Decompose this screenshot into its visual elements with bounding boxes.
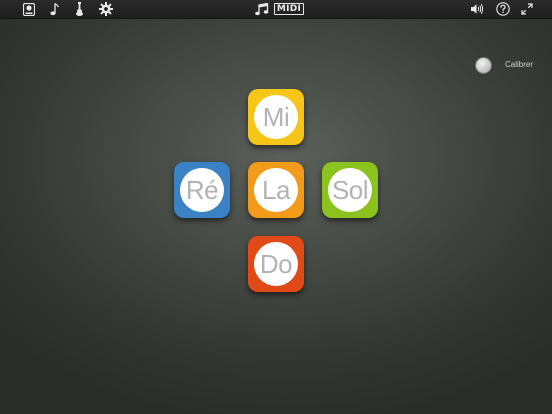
note-button-re[interactable]: Ré: [174, 162, 230, 218]
top-toolbar: MIDI: [0, 0, 552, 19]
note-label-do: Do: [254, 242, 298, 286]
help-icon[interactable]: [495, 1, 511, 17]
guitar-icon[interactable]: [73, 1, 85, 17]
note-label-re: Ré: [180, 168, 224, 212]
tuner-icon[interactable]: [22, 1, 36, 17]
speaker-icon[interactable]: [469, 1, 484, 17]
fullscreen-icon[interactable]: [520, 1, 534, 17]
calibrate-label: Calibrer: [505, 60, 534, 69]
note-button-mi[interactable]: Mi: [248, 89, 304, 145]
gear-icon[interactable]: [98, 1, 114, 17]
note-label-la: La: [254, 168, 298, 212]
music-notes-icon[interactable]: [254, 1, 270, 17]
music-note-icon[interactable]: [48, 1, 60, 17]
midi-icon[interactable]: MIDI: [273, 1, 305, 17]
note-label-sol: Sol: [328, 168, 372, 212]
calibrate-toggle[interactable]: [476, 58, 491, 73]
midi-label: MIDI: [273, 3, 305, 15]
note-button-sol[interactable]: Sol: [322, 162, 378, 218]
note-button-la[interactable]: La: [248, 162, 304, 218]
note-button-do[interactable]: Do: [248, 236, 304, 292]
note-label-mi: Mi: [254, 95, 298, 139]
